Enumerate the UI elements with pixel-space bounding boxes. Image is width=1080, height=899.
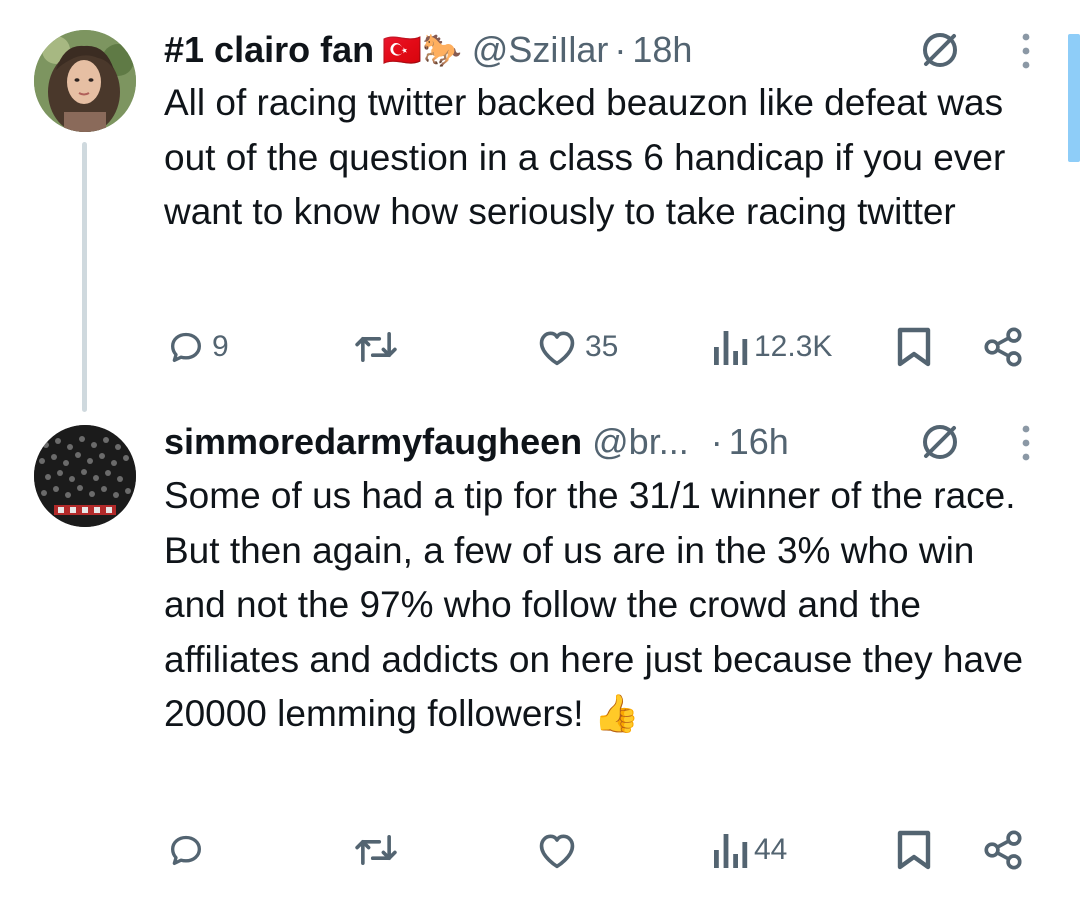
share-icon (984, 830, 1022, 870)
bookmark-icon (897, 327, 931, 367)
display-name[interactable]: #1 clairo fan (164, 29, 374, 71)
reply-count: 9 (212, 330, 229, 363)
no-entry-icon[interactable] (917, 27, 963, 73)
views-icon (714, 834, 748, 868)
reply-button[interactable] (166, 828, 212, 872)
tweet-text: All of racing twitter backed beauzon lik… (164, 82, 1006, 232)
avatar[interactable] (34, 30, 136, 132)
retweet-button[interactable] (353, 325, 405, 369)
tweet-header: simmoredarmyfaugheen @br... · 16h (164, 417, 789, 467)
like-icon (539, 331, 575, 366)
bookmark-icon (897, 830, 931, 870)
view-count: 44 (754, 833, 788, 866)
more-vertical-icon[interactable] (1020, 31, 1032, 71)
bookmark-button[interactable] (896, 325, 932, 369)
like-button[interactable]: 35 (535, 325, 618, 369)
separator: · (614, 29, 627, 70)
views-icon (714, 331, 748, 365)
thread-connector-line (82, 142, 87, 412)
separator: · (710, 421, 723, 462)
timestamp[interactable]: 16h (729, 421, 789, 463)
share-button[interactable] (982, 828, 1024, 872)
scroll-indicator[interactable] (1068, 34, 1080, 162)
like-icon (539, 834, 575, 869)
retweet-button[interactable] (353, 828, 405, 872)
share-icon (984, 327, 1022, 367)
view-count: 12.3K (754, 330, 833, 363)
reply-button[interactable]: 9 (166, 325, 229, 369)
reply-icon (171, 835, 201, 865)
timeline: #1 clairo fan 🇹🇷🐎 @SziIlar · 18h All of … (0, 0, 1080, 899)
share-button[interactable] (982, 325, 1024, 369)
views-button[interactable]: 44 (712, 828, 787, 872)
more-vertical-icon[interactable] (1020, 423, 1032, 463)
avatar[interactable] (34, 425, 136, 527)
views-button[interactable]: 12.3K (712, 325, 832, 369)
handle[interactable]: @br... (592, 421, 689, 463)
bookmark-button[interactable] (896, 828, 932, 872)
display-name[interactable]: simmoredarmyfaugheen (164, 421, 582, 463)
reply-icon (171, 332, 201, 362)
like-button[interactable] (535, 828, 585, 872)
retweet-icon (355, 835, 397, 865)
name-emojis: 🇹🇷🐎 (382, 32, 462, 68)
no-entry-icon[interactable] (917, 419, 963, 465)
timestamp[interactable]: 18h (632, 29, 692, 71)
tweet-text: Some of us had a tip for the 31/1 winner… (164, 475, 1024, 734)
like-count: 35 (585, 330, 619, 363)
retweet-icon (355, 332, 397, 362)
handle[interactable]: @SziIlar (472, 29, 609, 71)
tweet-header: #1 clairo fan 🇹🇷🐎 @SziIlar · 18h (164, 25, 692, 75)
